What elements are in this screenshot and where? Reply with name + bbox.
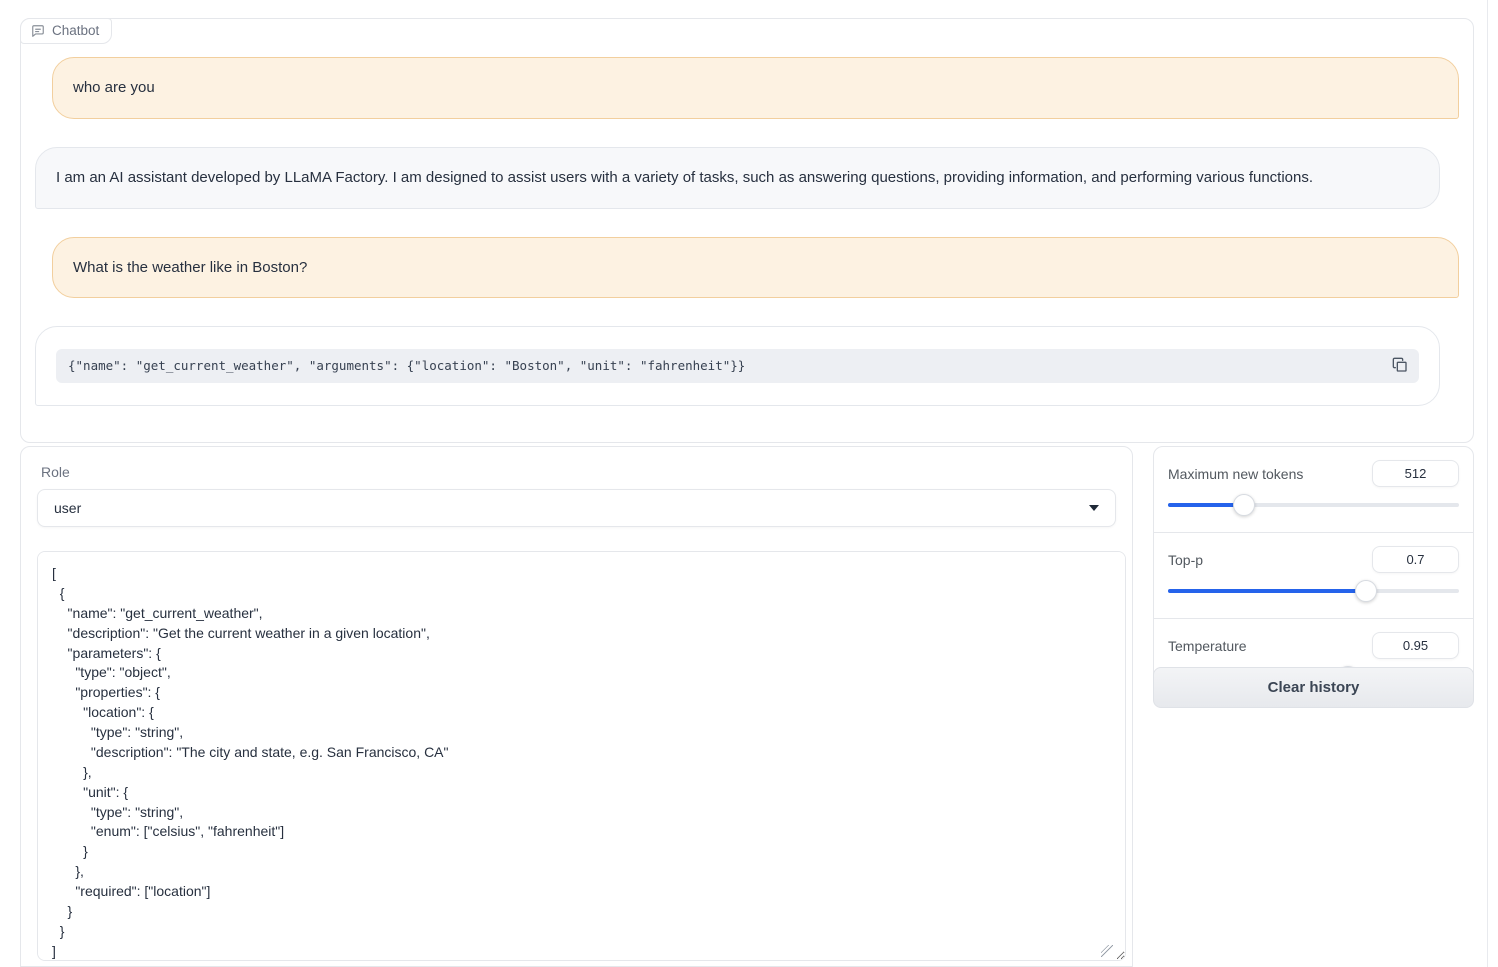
chevron-down-icon <box>1089 505 1099 511</box>
top-p-input[interactable] <box>1372 546 1459 573</box>
code-text: {"name": "get_current_weather", "argumen… <box>68 358 745 373</box>
tools-textarea[interactable]: [ { "name": "get_current_weather", "desc… <box>37 551 1126 961</box>
chat-area: who are you I am an AI assistant develop… <box>21 19 1473 442</box>
user-message-text: who are you <box>73 79 155 96</box>
role-label: Role <box>41 464 1116 480</box>
user-message: What is the weather like in Boston? <box>52 237 1459 299</box>
editor-panel: Role user [ { "name": "get_current_weath… <box>20 446 1133 967</box>
user-message: who are you <box>52 57 1459 119</box>
max-new-tokens-slider <box>1168 494 1459 516</box>
tool-call-message: {"name": "get_current_weather", "argumen… <box>35 326 1440 406</box>
bot-message-text: I am an AI assistant developed by LLaMA … <box>56 169 1313 186</box>
slider-handle[interactable] <box>1355 580 1377 602</box>
temperature-input[interactable] <box>1372 632 1459 659</box>
user-message-text: What is the weather like in Boston? <box>73 259 307 276</box>
param-row-max-new-tokens: Maximum new tokens <box>1154 447 1473 532</box>
param-row-top-p: Top-p <box>1154 532 1473 618</box>
param-label: Top-p <box>1168 552 1203 568</box>
param-label: Maximum new tokens <box>1168 466 1303 482</box>
clear-history-button[interactable]: Clear history <box>1153 667 1474 708</box>
code-block: {"name": "get_current_weather", "argumen… <box>56 349 1419 383</box>
copy-icon <box>1392 357 1408 376</box>
chatbot-panel: who are you I am an AI assistant develop… <box>20 18 1474 443</box>
slider-fill <box>1168 589 1366 593</box>
page-scrollbar[interactable] <box>1487 0 1488 967</box>
role-dropdown[interactable]: user <box>37 489 1116 527</box>
slider-handle[interactable] <box>1233 494 1255 516</box>
chatbot-label: Chatbot <box>20 18 112 44</box>
chatbot-label-text: Chatbot <box>52 23 99 38</box>
param-label: Temperature <box>1168 638 1247 654</box>
bot-message: I am an AI assistant developed by LLaMA … <box>35 147 1440 209</box>
max-new-tokens-input[interactable] <box>1372 460 1459 487</box>
role-dropdown-value: user <box>54 500 81 516</box>
slider-fill <box>1168 503 1244 507</box>
top-p-slider <box>1168 580 1459 602</box>
copy-button[interactable] <box>1390 356 1410 376</box>
speech-bubble-icon <box>31 24 45 38</box>
